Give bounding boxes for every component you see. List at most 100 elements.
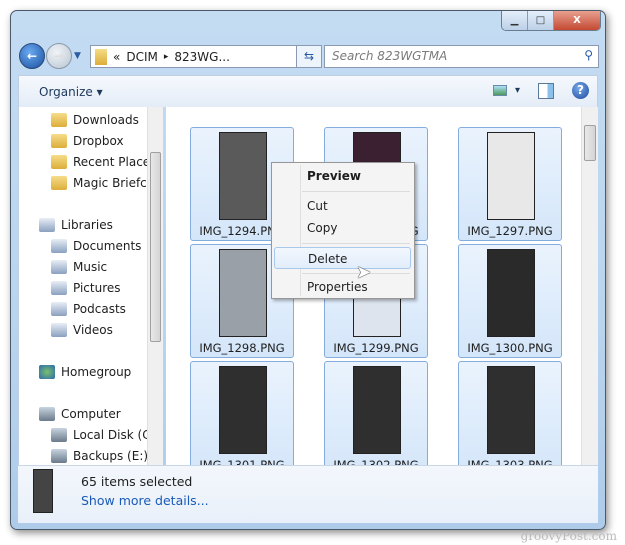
sidebar-item-videos[interactable]: Videos [51,320,113,340]
menu-separator [302,191,410,192]
selection-count: 65 items selected [81,474,193,489]
sidebar-scroll-thumb[interactable] [150,152,161,342]
search-icon[interactable]: ⚲ [584,48,593,62]
back-button[interactable]: ← [19,43,45,69]
homegroup-icon [39,365,55,379]
sidebar-item-label: Recent Places [73,155,157,169]
file-tile[interactable]: IMG_1302.PNG [324,361,428,465]
sidebar-item-label: Downloads [73,113,139,127]
sidebar-item-label: Computer [61,407,121,421]
organize-button[interactable]: Organize ▾ [39,85,103,99]
view-icon [492,85,507,96]
command-bar: Organize ▾ ▾ ? [18,75,598,107]
minimize-button[interactable]: ▁ [502,11,528,30]
sidebar-scrollbar[interactable] [147,107,163,465]
forward-button[interactable]: → [46,43,72,69]
file-name: IMG_1297.PNG [467,224,553,238]
file-tile[interactable]: IMG_1301.PNG [190,361,294,465]
view-dropdown-icon[interactable]: ▾ [515,85,520,96]
refresh-button[interactable]: ⇆ [296,45,322,68]
breadcrumb-overflow[interactable]: « [113,50,120,64]
menu-item-copy[interactable]: Copy [274,217,411,239]
file-thumbnail [353,366,401,454]
disk-icon [51,428,67,442]
file-name: IMG_1303.PNG [467,458,553,465]
breadcrumb-separator-icon[interactable]: ▸ [164,52,169,62]
computer-icon [39,407,55,421]
sidebar-item-label: Music [73,260,108,274]
sidebar-item-label: Backups (E:) [73,449,149,463]
sidebar-item-backups-e[interactable]: Backups (E:) [51,446,148,465]
sidebar-item-local-disk-c[interactable]: Local Disk (C:) [51,425,159,445]
change-view-button[interactable]: ▾ [492,85,520,96]
menu-item-preview[interactable]: Preview [274,165,411,187]
sidebar-item-label: Pictures [73,281,121,295]
breadcrumb-823wg[interactable]: 823WG... [174,50,230,64]
sidebar-item-music[interactable]: Music [51,257,107,277]
file-name: IMG_1299.PNG [333,341,419,355]
sidebar-item-recent-places[interactable]: Recent Places [51,152,156,172]
watermark: groovyPost.com [520,529,617,543]
folder-icon [51,113,67,127]
file-thumbnail [219,249,267,337]
navigation-pane: Downloads Dropbox Recent Places Magic Brief… [18,107,163,465]
libraries-icon [39,218,55,232]
maximize-button[interactable]: □ [528,11,554,30]
help-button[interactable]: ? [572,82,589,99]
file-name: IMG_1301.PNG [199,458,285,465]
folder-icon [51,176,67,190]
file-thumbnail [219,366,267,454]
file-tile[interactable]: IMG_1300.PNG [458,244,562,358]
preview-pane-icon[interactable] [538,82,554,99]
sidebar-item-computer[interactable]: Computer [39,404,121,424]
sidebar-item-label: Documents [73,239,142,253]
folder-icon [51,134,67,148]
sidebar-item-label: Podcasts [73,302,126,316]
file-tile[interactable]: IMG_1297.PNG [458,127,562,241]
sidebar-item-homegroup[interactable]: Homegroup [39,362,131,382]
menu-item-delete[interactable]: Delete [274,247,411,269]
content-scroll-thumb[interactable] [584,125,596,161]
sidebar-item-documents[interactable]: Documents [51,236,141,256]
sidebar-item-label: Videos [73,323,113,337]
mouse-cursor-icon: ➤ [356,262,372,283]
sidebar-item-label: Dropbox [73,134,124,148]
refresh-icon: ⇆ [303,49,315,63]
file-name: IMG_1300.PNG [467,341,553,355]
show-more-details-link[interactable]: Show more details... [81,493,209,508]
arrow-left-icon: ← [26,49,38,63]
file-tile[interactable]: IMG_1303.PNG [458,361,562,465]
file-thumbnail [219,132,267,220]
documents-icon [51,239,67,253]
folder-icon [95,48,107,65]
disk-icon [51,449,67,463]
selection-thumbnail [33,469,53,513]
sidebar-item-libraries[interactable]: Libraries [39,215,113,235]
sidebar-item-label: Libraries [61,218,113,232]
sidebar-item-podcasts[interactable]: Podcasts [51,299,126,319]
search-placeholder: Search 823WGTMA [332,49,448,63]
context-menu: Preview Cut Copy Delete Properties [271,162,415,299]
sidebar-item-downloads[interactable]: Downloads [51,110,139,130]
breadcrumb-dcim[interactable]: DCIM [126,50,158,64]
content-scrollbar[interactable] [581,107,598,465]
file-name: IMG_1298.PNG [199,341,285,355]
menu-item-properties[interactable]: Properties [274,276,411,298]
arrow-right-icon: → [53,49,65,63]
podcasts-icon [51,302,67,316]
menu-item-cut[interactable]: Cut [274,195,411,217]
details-pane: 65 items selected Show more details... [18,465,598,523]
search-input[interactable]: Search 823WGTMA ⚲ [324,45,599,68]
file-name: IMG_1302.PNG [333,458,419,465]
sidebar-item-dropbox[interactable]: Dropbox [51,131,124,151]
address-bar[interactable]: « DCIM ▸ 823WG... ▾ [90,45,318,68]
close-button[interactable]: X [554,11,600,30]
file-thumbnail [487,249,535,337]
recent-pages-chevron-icon[interactable]: ▼ [74,51,81,61]
pictures-icon [51,281,67,295]
sidebar-item-pictures[interactable]: Pictures [51,278,121,298]
file-thumbnail [487,132,535,220]
menu-separator [302,243,410,244]
sidebar-item-label: Homegroup [61,365,132,379]
caption-buttons: ▁ □ X [501,11,601,31]
